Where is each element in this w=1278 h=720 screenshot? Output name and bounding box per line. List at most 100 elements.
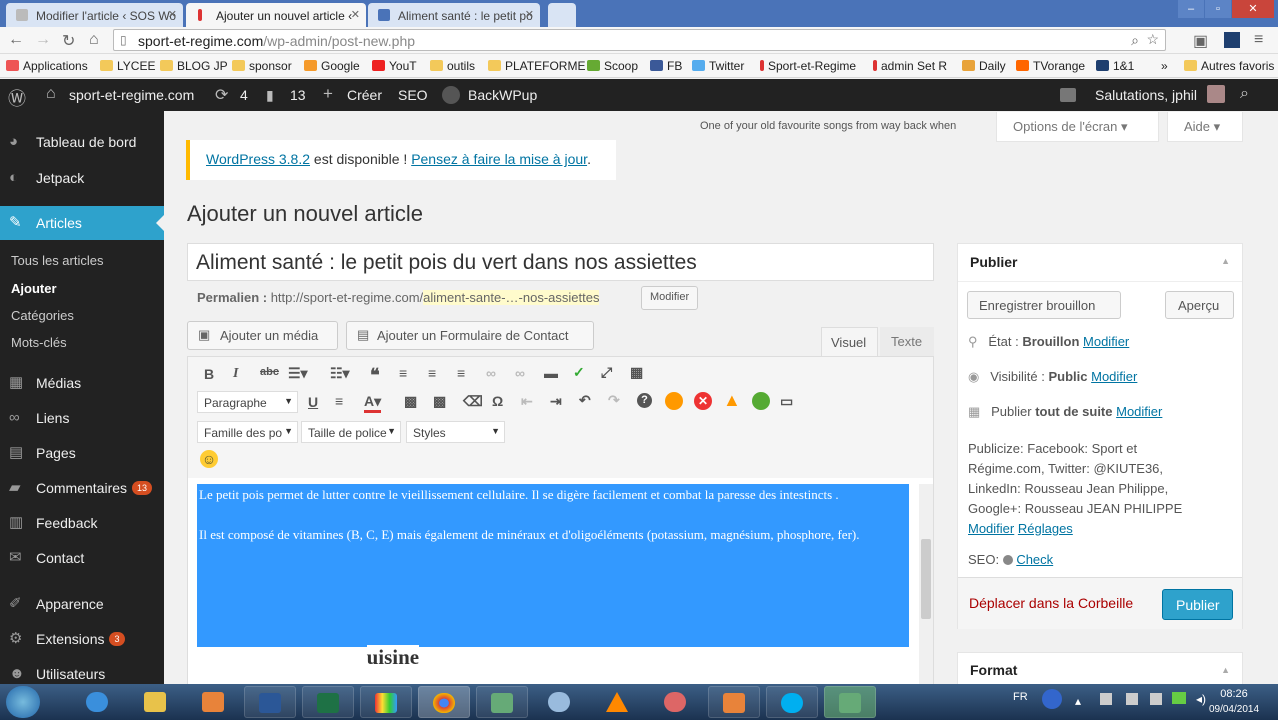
sidebar-item-appearance[interactable]: ✐ Apparence <box>0 587 164 621</box>
clear-format-icon[interactable]: ⌫ <box>463 393 483 410</box>
sidebar-item-feedback[interactable]: ▥ Feedback <box>0 506 164 540</box>
error-icon[interactable]: ✕ <box>694 392 712 410</box>
search-icon[interactable]: ⌕ <box>1240 85 1249 103</box>
taskbar-app[interactable] <box>824 686 876 718</box>
redo-icon[interactable]: ↷ <box>608 392 620 409</box>
screen-options-button[interactable]: Options de l'écran ▾ <box>996 112 1159 142</box>
menu-icon[interactable]: ≡ <box>1254 31 1263 49</box>
taskbar-chrome[interactable] <box>418 686 470 718</box>
taskbar-ie[interactable] <box>72 686 124 718</box>
paste-word-icon[interactable]: ▩ <box>433 393 446 410</box>
tray-icon[interactable] <box>1126 693 1138 705</box>
bookmark-item[interactable]: YouT <box>372 59 417 73</box>
smiley-icon[interactable]: ☺ <box>200 450 218 468</box>
notification-icon[interactable] <box>1060 88 1076 102</box>
browser-tab[interactable]: Modifier l'article ‹ SOS Wo ✕ <box>6 3 183 27</box>
bookmark-item[interactable]: Scoop <box>587 59 638 73</box>
sidebar-item-media[interactable]: ▦ Médias <box>0 366 164 400</box>
permalink-slug[interactable]: aliment-sante-…-nos-assiettes <box>423 290 600 305</box>
collapse-icon[interactable]: ▲ <box>1221 256 1230 266</box>
editor-content-selection[interactable]: Le petit pois permet de lutter contre le… <box>197 484 909 647</box>
browser-tab[interactable]: Aliment santé : le petit po ✕ <box>368 3 540 27</box>
align-center-icon[interactable]: ≡ <box>428 365 436 381</box>
updates-count[interactable]: 4 <box>240 87 248 103</box>
window-close-icon[interactable]: ✕ <box>1232 0 1274 18</box>
sidebar-item-articles[interactable]: ✎ Articles <box>0 206 164 240</box>
undo-icon[interactable]: ↶ <box>579 392 591 409</box>
scrollbar-thumb[interactable] <box>921 539 931 619</box>
sidebar-item-contact[interactable]: ✉ Contact <box>0 541 164 575</box>
network-icon[interactable] <box>1150 693 1162 705</box>
taskbar-word[interactable] <box>244 686 296 718</box>
update-link[interactable]: Pensez à faire la mise à jour <box>411 151 587 167</box>
extension-icon[interactable] <box>1224 32 1240 48</box>
edit-schedule-link[interactable]: Modifier <box>1116 404 1162 419</box>
spellcheck-icon[interactable]: ✓ <box>573 364 585 381</box>
clock-time[interactable]: 08:26 <box>1214 688 1254 700</box>
tab-visual[interactable]: Visuel <box>821 327 878 357</box>
bookmark-item[interactable]: PLATEFORME <box>488 59 585 73</box>
close-icon[interactable]: ✕ <box>351 8 360 21</box>
submenu-add-new[interactable]: Ajouter <box>11 281 57 296</box>
backwpup-menu[interactable]: BackWPup <box>468 87 537 103</box>
site-name-link[interactable]: sport-et-regime.com <box>69 87 194 103</box>
bookmarks-overflow[interactable]: » <box>1161 59 1168 73</box>
preview-button[interactable]: Aperçu <box>1165 291 1234 319</box>
taskbar-excel[interactable] <box>302 686 354 718</box>
bookmark-item[interactable]: LYCEE <box>100 59 155 73</box>
help-icon[interactable]: ? <box>637 393 652 408</box>
taskbar-media[interactable] <box>188 686 240 718</box>
add-media-button[interactable]: ▣ Ajouter un média <box>187 321 338 350</box>
submenu-all-posts[interactable]: Tous les articles <box>11 253 103 268</box>
special-char-icon[interactable]: Ω <box>492 393 503 409</box>
user-greeting[interactable]: Salutations, jphil <box>1095 87 1197 103</box>
new-tab-button[interactable] <box>548 3 576 27</box>
content-heading[interactable]: Le petit pois et la cuisine <box>198 645 420 670</box>
url-field[interactable]: ▯ sport-et-regime.com/wp-admin/post-new.… <box>113 29 1166 51</box>
seo-check-link[interactable]: Check <box>1016 552 1053 567</box>
save-draft-button[interactable]: Enregistrer brouillon <box>967 291 1121 319</box>
taskbar-skype[interactable] <box>766 686 818 718</box>
taskbar-app[interactable] <box>476 686 528 718</box>
taskbar-explorer[interactable] <box>130 686 182 718</box>
wordpress-logo-icon[interactable]: Ⓦ <box>8 85 26 111</box>
bookmark-item[interactable]: outils <box>430 59 475 73</box>
avatar[interactable] <box>1207 85 1225 103</box>
unlink-icon[interactable]: ∞ <box>515 365 525 381</box>
drive-icon[interactable] <box>1172 692 1186 704</box>
bookmark-item[interactable]: TVorange <box>1016 59 1085 73</box>
bookmark-item[interactable]: Daily <box>962 59 1006 73</box>
font-size-select[interactable]: Taille de police ▼ <box>301 421 401 443</box>
extension-icon[interactable]: ▣ <box>1193 31 1208 51</box>
home-icon[interactable]: ⌂ <box>89 31 99 49</box>
bookmark-item[interactable]: Twitter <box>692 59 744 73</box>
submenu-tags[interactable]: Mots-clés <box>11 335 67 350</box>
bookmark-star-icon[interactable]: ☆ <box>1146 31 1159 48</box>
bullet-list-icon[interactable]: ☰▾ <box>288 365 308 382</box>
success-icon[interactable] <box>752 392 770 410</box>
bookmark-item[interactable]: Google <box>304 59 360 73</box>
taskbar-vlc[interactable] <box>592 686 644 718</box>
publicize-edit-link[interactable]: Modifier <box>968 521 1014 536</box>
new-content-menu[interactable]: Créer <box>347 87 382 103</box>
back-arrow-icon[interactable]: ← <box>8 31 24 49</box>
info-icon[interactable] <box>665 392 683 410</box>
close-icon[interactable]: ✕ <box>525 8 534 21</box>
styles-select[interactable]: Styles ▼ <box>406 421 505 443</box>
align-right-icon[interactable]: ≡ <box>457 365 465 381</box>
align-left-icon[interactable]: ≡ <box>399 365 407 381</box>
taskbar-outlook[interactable] <box>708 686 760 718</box>
blockquote-icon[interactable]: ❝ <box>370 365 380 386</box>
reload-icon[interactable]: ↻ <box>62 31 75 51</box>
seo-menu[interactable]: SEO <box>398 87 428 103</box>
kitchen-sink-icon[interactable]: ▦ <box>630 364 643 381</box>
minimize-icon[interactable]: – <box>1178 0 1204 18</box>
bookmark-item[interactable]: sponsor <box>232 59 292 73</box>
sidebar-item-extensions[interactable]: ⚙ Extensions 3 <box>0 622 164 656</box>
fullscreen-icon[interactable]: ⤢ <box>601 364 612 381</box>
bookmark-item[interactable]: Applications <box>6 59 88 73</box>
indent-icon[interactable]: ⇥ <box>550 393 562 410</box>
italic-icon[interactable]: I <box>233 366 238 382</box>
numbered-list-icon[interactable]: ☷▾ <box>330 365 350 382</box>
tray-chevron-icon[interactable]: ▴ <box>1075 694 1081 708</box>
